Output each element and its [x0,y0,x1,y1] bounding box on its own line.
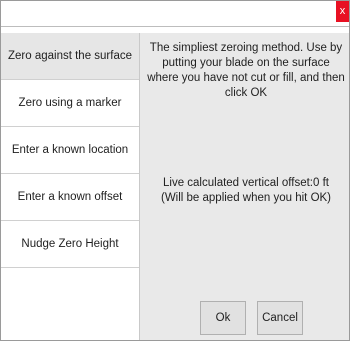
close-icon: x [339,5,346,17]
sidebar-item-label: Zero using a marker [18,97,122,109]
cancel-button[interactable]: Cancel [257,301,303,335]
sidebar-item-label: Enter a known offset [17,191,123,203]
offset-note-text: (Will be applied when you hit OK) [160,192,332,204]
sidebar-item-nudge-zero-height[interactable]: Nudge Zero Height [1,221,139,268]
sidebar-item-label: Zero against the surface [7,50,132,62]
offset-readout: Live calculated vertical offset:0 ft (Wi… [146,176,346,206]
method-description: The simpliest zeroing method. Use by put… [147,42,345,99]
sidebar-item-zero-against-surface[interactable]: Zero against the surface [1,33,139,80]
close-button[interactable]: x [336,1,349,22]
sidebar-item-label: Enter a known location [11,144,129,156]
sidebar-item-label: Nudge Zero Height [21,238,119,250]
sidebar-item-enter-known-offset[interactable]: Enter a known offset [1,174,139,221]
zero-dialog: x Zero against the surface Zero using a … [0,0,350,341]
ok-button[interactable]: Ok [200,301,246,335]
offset-value-text: Live calculated vertical offset:0 ft [163,177,329,189]
zero-method-sidebar: Zero against the surface Zero using a ma… [1,33,140,340]
title-bar: x [1,1,349,27]
sidebar-item-enter-known-location[interactable]: Enter a known location [1,127,139,174]
sidebar-item-zero-using-marker[interactable]: Zero using a marker [1,80,139,127]
content-panel: The simpliest zeroing method. Use by put… [140,33,349,340]
